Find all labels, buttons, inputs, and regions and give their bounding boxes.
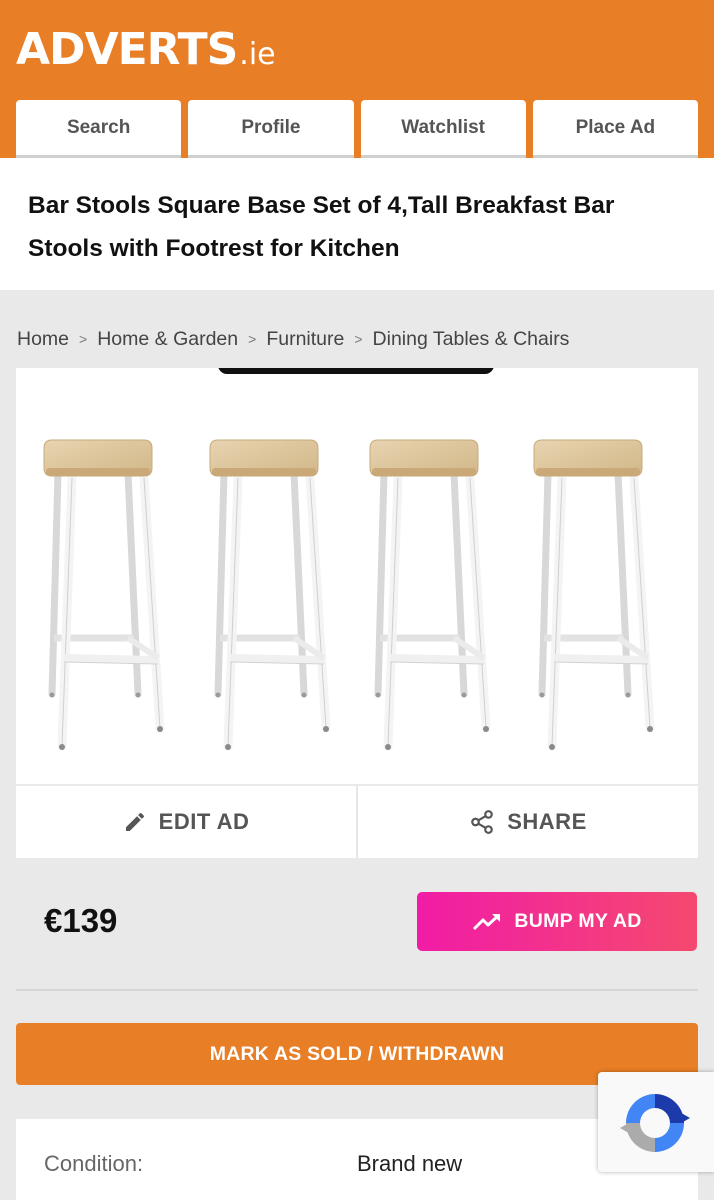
tab-label: Search xyxy=(66,116,131,138)
listing-title-box: Bar Stools Square Base Set of 4,Tall Bre… xyxy=(0,158,714,290)
mark-as-sold-label: MARK AS SOLD / WITHDRAWN xyxy=(209,1042,505,1065)
stool-3 xyxy=(370,440,489,750)
divider xyxy=(16,989,698,991)
breadcrumb-item-furniture[interactable]: Furniture xyxy=(266,328,344,351)
listing-photo[interactable] xyxy=(16,368,698,784)
site-logo[interactable]: ADVERTS .ie xyxy=(16,24,276,76)
stool-2 xyxy=(210,440,329,750)
listing-title: Bar Stools Square Base Set of 4,Tall Bre… xyxy=(28,192,615,262)
stool-4 xyxy=(534,440,653,750)
recaptcha-icon xyxy=(620,1094,690,1152)
breadcrumb-item-dining[interactable]: Dining Tables & Chairs xyxy=(373,328,570,351)
listing-price: €139 xyxy=(44,902,118,939)
share-button[interactable]: SHARE xyxy=(356,786,698,858)
tab-label: Profile xyxy=(241,116,301,138)
condition-value: Brand new xyxy=(357,1151,463,1176)
logo-text: ADVERTS xyxy=(16,24,238,75)
pencil-icon xyxy=(125,812,144,831)
bump-label: BUMP MY AD xyxy=(514,910,642,932)
site-header: ADVERTS .ie Search Profile Watchlist Pla… xyxy=(0,0,714,158)
mark-as-sold-button[interactable]: MARK AS SOLD / WITHDRAWN xyxy=(16,1023,698,1085)
chevron-right-icon: > xyxy=(248,331,257,347)
tab-watchlist[interactable]: Watchlist xyxy=(360,100,526,158)
breadcrumb-item-home-garden[interactable]: Home & Garden xyxy=(97,328,238,351)
tab-place-ad[interactable]: Place Ad xyxy=(532,100,698,158)
details-table: Condition: Brand new xyxy=(16,1119,698,1200)
chevron-right-icon: > xyxy=(354,331,363,347)
main-nav: Search Profile Watchlist Place Ad xyxy=(16,100,698,158)
bump-my-ad-button[interactable]: BUMP MY AD xyxy=(417,892,697,951)
logo-tld: .ie xyxy=(239,37,276,72)
edit-ad-label: EDIT AD xyxy=(158,809,250,834)
bar-stools-image xyxy=(16,368,698,784)
ad-actions: EDIT AD SHARE xyxy=(16,786,698,858)
recaptcha-badge[interactable] xyxy=(598,1072,714,1172)
share-icon xyxy=(471,810,494,834)
edit-ad-button[interactable]: EDIT AD xyxy=(16,786,356,858)
breadcrumb-item-home[interactable]: Home xyxy=(17,328,69,351)
share-label: SHARE xyxy=(507,809,587,834)
tab-label: Place Ad xyxy=(575,116,656,138)
breadcrumb: Home > Home & Garden > Furniture > Dinin… xyxy=(17,326,569,352)
tab-search[interactable]: Search xyxy=(16,100,182,158)
tab-label: Watchlist xyxy=(401,116,485,138)
trending-up-icon xyxy=(473,913,501,930)
condition-label: Condition: xyxy=(44,1151,144,1176)
tab-profile[interactable]: Profile xyxy=(188,100,354,158)
stool-1 xyxy=(44,440,163,750)
chevron-right-icon: > xyxy=(79,331,88,347)
